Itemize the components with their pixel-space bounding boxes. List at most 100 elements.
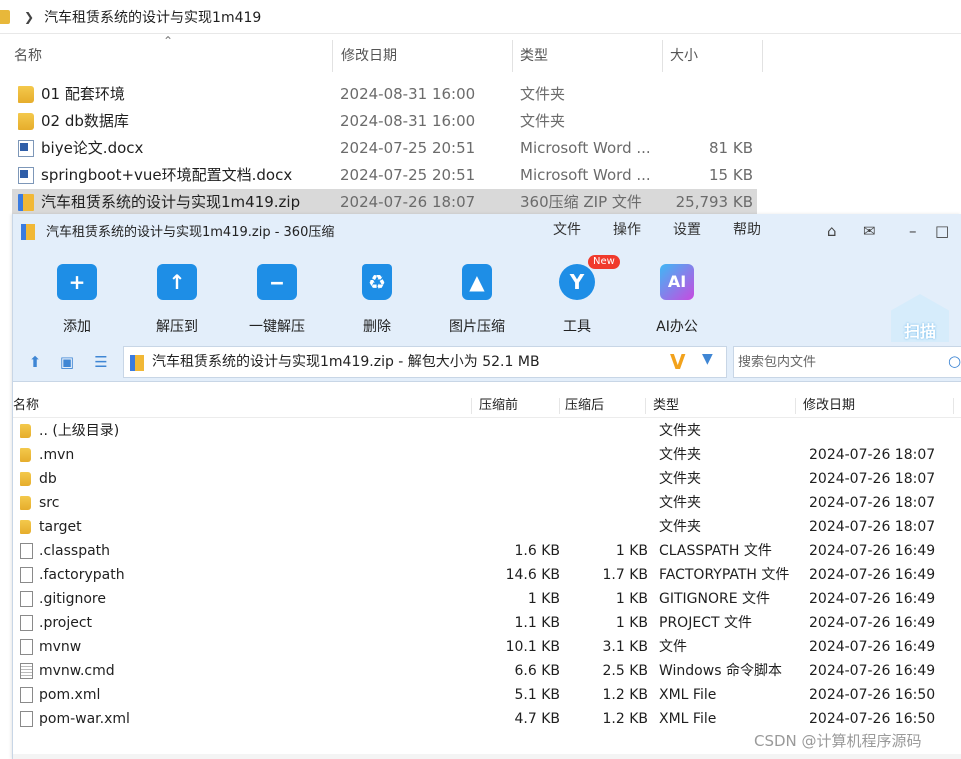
entry-name: .project [39, 615, 93, 631]
column-date[interactable]: 修改日期 [803, 394, 855, 418]
archive-entry-row[interactable]: mvnw.cmd 6.6 KB 2.5 KB Windows 命令脚本 2024-07-… [13, 659, 961, 683]
entry-type: PROJECT 文件 [659, 615, 752, 631]
delete-button[interactable]: ♻ 删除 [337, 258, 417, 338]
column-date[interactable]: 修改日期 [341, 38, 397, 74]
column-before[interactable]: 压缩前 [479, 394, 518, 418]
entry-size-after: 1 KB [615, 615, 648, 631]
column-divider[interactable] [953, 398, 954, 414]
entry-size-before: 1.1 KB [514, 615, 561, 631]
archive-entry-row[interactable]: .. (上级目录) 文件夹 [13, 419, 961, 443]
up-level-icon[interactable]: ⬆ [27, 354, 43, 370]
column-divider[interactable] [645, 398, 646, 414]
column-name[interactable]: 名称 [14, 38, 42, 74]
column-type[interactable]: 类型 [520, 38, 548, 74]
archive-entry-row[interactable]: db 文件夹 2024-07-26 18:07 [13, 467, 961, 491]
entry-type: GITIGNORE 文件 [659, 591, 771, 607]
scan-label: 扫描 [903, 322, 936, 341]
archive-entry-row[interactable]: .gitignore 1 KB 1 KB GITIGNORE 文件 2024-07-26… [13, 587, 961, 611]
skin-icon[interactable]: ⌂ [827, 222, 837, 240]
thumbnail-view-icon[interactable]: ▣ [59, 354, 75, 370]
archive-entry-row[interactable]: .mvn 文件夹 2024-07-26 18:07 [13, 443, 961, 467]
archive-entry-row[interactable]: .classpath 1.6 KB 1 KB CLASSPATH 文件 2024-07-… [13, 539, 961, 563]
address-bar[interactable]: 汽车租赁系统的设计与实现1m419.zip - 解包大小为 52.1 MB V … [123, 346, 727, 378]
chevron-right-icon[interactable]: ❯ [24, 10, 34, 24]
entry-size-before: 5.1 KB [514, 687, 561, 703]
list-view-icon[interactable]: ☰ [93, 354, 109, 370]
add-button[interactable]: + 添加 [37, 258, 117, 338]
archive-entry-row[interactable]: target 文件夹 2024-07-26 18:07 [13, 515, 961, 539]
archive-entry-row[interactable]: src 文件夹 2024-07-26 18:07 [13, 491, 961, 515]
entry-size-after: 1 KB [615, 543, 648, 559]
explorer-file-row[interactable]: biye论文.docx 2024-07-25 20:51 Microsoft Wor… [12, 135, 757, 162]
entry-type: 文件夹 [659, 471, 701, 487]
archive-entry-row[interactable]: mvnw 10.1 KB 3.1 KB 文件 2024-07-26 16:49 [13, 635, 961, 659]
entry-date: 2024-07-26 18:07 [809, 471, 936, 487]
column-divider[interactable] [332, 40, 333, 72]
column-name[interactable]: 名称 [13, 394, 39, 418]
image-compress-icon: ▲ [462, 264, 492, 300]
search-icon[interactable]: ○ [948, 352, 961, 370]
extract-to-button[interactable]: ↑ 解压到 [137, 258, 217, 338]
entry-name: .gitignore [39, 591, 106, 607]
column-divider[interactable] [762, 40, 763, 72]
column-after[interactable]: 压缩后 [565, 394, 604, 418]
tools-button[interactable]: Y New 工具 [537, 255, 620, 338]
file-date: 2024-08-31 16:00 [340, 112, 476, 130]
entry-date: 2024-07-26 16:50 [809, 711, 936, 727]
add-folder-icon: + [57, 264, 97, 300]
column-divider[interactable] [471, 398, 472, 414]
image-compress-button[interactable]: ▲ 图片压缩 [437, 258, 517, 338]
column-type[interactable]: 类型 [653, 394, 679, 418]
extract-to-label: 解压到 [156, 319, 198, 335]
explorer-file-row[interactable]: 01 配套环境 2024-08-31 16:00 文件夹 [12, 81, 757, 108]
chevron-down-icon[interactable]: ▼ [702, 351, 713, 367]
file-name: biye论文.docx [41, 139, 144, 157]
column-divider[interactable] [512, 40, 513, 72]
column-divider[interactable] [662, 40, 663, 72]
folder-icon [18, 86, 34, 103]
explorer-file-row[interactable]: 汽车租赁系统的设计与实现1m419.zip 2024-07-26 18:07 360… [12, 189, 757, 216]
search-box[interactable]: ○ [733, 346, 961, 378]
file-size: 81 KB [709, 139, 753, 157]
archive-entry-row[interactable]: pom.xml 5.1 KB 1.2 KB XML File 2024-07-26 16… [13, 683, 961, 707]
menu-help[interactable]: 帮助 [733, 214, 761, 246]
word-doc-icon [18, 167, 34, 184]
v-logo-icon[interactable]: V [670, 350, 685, 374]
maximize-icon[interactable]: □ [935, 222, 949, 240]
entry-size-before: 10.1 KB [505, 639, 560, 655]
search-input[interactable] [734, 347, 934, 377]
window-title: 汽车租赁系统的设计与实现1m419.zip - 360压缩 [46, 225, 335, 240]
entry-date: 2024-07-26 18:07 [809, 495, 936, 511]
column-divider[interactable] [559, 398, 560, 414]
feedback-icon[interactable]: ✉ [863, 222, 876, 240]
entry-date: 2024-07-26 16:49 [809, 567, 936, 583]
one-click-extract-button[interactable]: ‒ 一键解压 [237, 258, 317, 338]
entry-date: 2024-07-26 16:49 [809, 543, 936, 559]
ai-office-icon: AI [660, 264, 694, 300]
file-size: 25,793 KB [675, 193, 753, 211]
menu-settings[interactable]: 设置 [673, 214, 701, 246]
zip-title-bar: 汽车租赁系统的设计与实现1m419.zip - 360压缩 文件 操作 设置 帮… [13, 214, 961, 250]
word-doc-icon [18, 140, 34, 157]
entry-type: XML File [659, 687, 717, 703]
recycle-bin-icon: ♻ [362, 264, 392, 300]
explorer-file-row[interactable]: 02 db数据库 2024-08-31 16:00 文件夹 [12, 108, 757, 135]
horizontal-scrollbar[interactable] [13, 754, 961, 759]
entry-size-after: 1.7 KB [602, 567, 649, 583]
breadcrumb-path[interactable]: 汽车租赁系统的设计与实现1m419 [44, 7, 261, 27]
entry-type: 文件 [659, 639, 687, 655]
minimize-icon[interactable]: – [909, 222, 917, 240]
ai-office-button[interactable]: AI AI办公 [637, 258, 717, 338]
file-name: springboot+vue环境配置文档.docx [41, 166, 293, 184]
archive-entry-row[interactable]: .project 1.1 KB 1 KB PROJECT 文件 2024-07-26 1… [13, 611, 961, 635]
explorer-file-row[interactable]: springboot+vue环境配置文档.docx 2024-07-25 20:5… [12, 162, 757, 189]
explorer-column-header: ⌃ 名称 修改日期 类型 大小 [0, 34, 961, 74]
archive-entry-row[interactable]: pom-war.xml 4.7 KB 1.2 KB XML File 2024-07-2… [13, 707, 961, 731]
menu-operation[interactable]: 操作 [613, 214, 641, 246]
column-size[interactable]: 大小 [670, 38, 698, 74]
entry-size-before: 1 KB [527, 591, 560, 607]
folder-icon [20, 424, 31, 438]
menu-file[interactable]: 文件 [553, 214, 581, 246]
column-divider[interactable] [795, 398, 796, 414]
archive-entry-row[interactable]: .factorypath 14.6 KB 1.7 KB FACTORYPATH 文件 2… [13, 563, 961, 587]
